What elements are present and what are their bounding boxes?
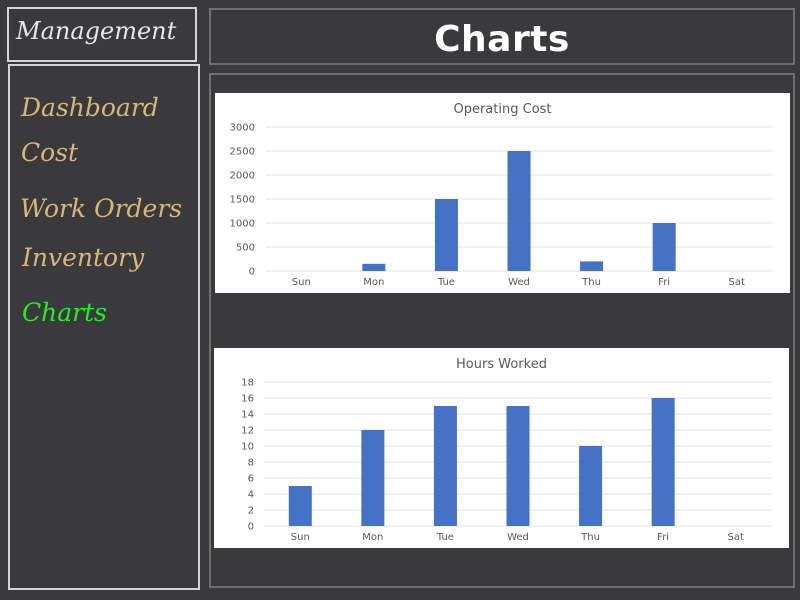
hours-worked-x-tick-label: Fri (657, 532, 669, 543)
operating-cost-bar-mon (362, 263, 386, 271)
operating-cost-y-tick-label: 3000 (230, 123, 255, 134)
hours-worked-bar-thu (579, 446, 603, 526)
operating-cost-bar-fri (652, 223, 676, 271)
hours-worked-chart: Hours Worked 0 2 4 6 8 10 12 14 16 18 Sun Mon Tue Wed T… (214, 348, 789, 548)
hours-worked-bar-sun (288, 486, 312, 526)
hours-worked-bar-tue (433, 406, 457, 526)
operating-cost-x-tick-label: Thu (581, 277, 601, 288)
page-title: Charts (434, 19, 570, 60)
hours-worked-chart-svg: Hours Worked 0 2 4 6 8 10 12 14 16 18 Sun Mon Tue Wed T… (241, 357, 772, 543)
operating-cost-y-tick-label: 1000 (230, 219, 255, 230)
brand-box: Management (7, 7, 197, 62)
operating-cost-x-tick-label: Sat (729, 277, 745, 288)
operating-cost-y-tick-label: 1500 (230, 195, 255, 206)
sidebar-item-inventory[interactable]: Inventory (22, 243, 144, 272)
hours-worked-x-tick-label: Wed (507, 532, 529, 543)
operating-cost-x-tick-label: Sun (292, 277, 311, 288)
hours-worked-x-tick-label: Thu (580, 532, 600, 543)
hours-worked-y-tick-label: 2 (248, 506, 254, 517)
hours-worked-y-tick-label: 10 (241, 442, 254, 453)
hours-worked-y-tick-label: 4 (248, 490, 254, 501)
operating-cost-y-tick-label: 500 (236, 243, 255, 254)
operating-cost-x-tick-label: Fri (658, 277, 670, 288)
operating-cost-y-tick-label: 0 (249, 267, 255, 278)
hours-worked-y-tick-label: 6 (248, 474, 254, 485)
hours-worked-x-tick-label: Mon (362, 532, 383, 543)
hours-worked-title: Hours Worked (456, 357, 547, 372)
operating-cost-x-tick-label: Tue (437, 277, 455, 288)
sidebar: Dashboard Cost Work Orders Inventory Cha… (8, 64, 200, 590)
operating-cost-bar-tue (434, 199, 458, 271)
operating-cost-bar-thu (580, 261, 604, 271)
hours-worked-y-tick-label: 12 (241, 426, 254, 437)
page-header: Charts (209, 8, 795, 65)
operating-cost-chart-svg: Operating Cost 0 500 1000 1500 2000 2500 3000 Su… (230, 102, 773, 288)
hours-worked-y-tick-label: 0 (248, 522, 254, 533)
hours-worked-x-tick-label: Sun (291, 532, 310, 543)
sidebar-item-work-orders[interactable]: Work Orders (20, 194, 182, 223)
sidebar-item-cost[interactable]: Cost (21, 138, 78, 167)
hours-worked-x-tick-label: Sat (728, 532, 744, 543)
operating-cost-y-tick-label: 2000 (230, 171, 255, 182)
operating-cost-x-tick-label: Wed (508, 277, 530, 288)
operating-cost-x-tick-label: Mon (363, 277, 384, 288)
hours-worked-y-tick-label: 14 (241, 410, 254, 421)
hours-worked-bar-fri (651, 398, 675, 526)
operating-cost-bar-wed (507, 151, 531, 271)
operating-cost-title: Operating Cost (453, 102, 551, 117)
hours-worked-bar-mon (361, 430, 385, 526)
sidebar-item-dashboard[interactable]: Dashboard (21, 93, 159, 122)
operating-cost-y-tick-label: 2500 (230, 147, 255, 158)
sidebar-item-charts[interactable]: Charts (22, 298, 107, 327)
hours-worked-y-tick-label: 16 (241, 394, 254, 405)
hours-worked-y-tick-label: 18 (241, 378, 254, 389)
brand-title: Management (16, 17, 177, 45)
hours-worked-x-tick-label: Tue (436, 532, 454, 543)
operating-cost-chart: Operating Cost 0 500 1000 1500 2000 2500 3000 Su… (215, 93, 790, 293)
hours-worked-y-tick-label: 8 (248, 458, 254, 469)
hours-worked-bar-wed (506, 406, 530, 526)
